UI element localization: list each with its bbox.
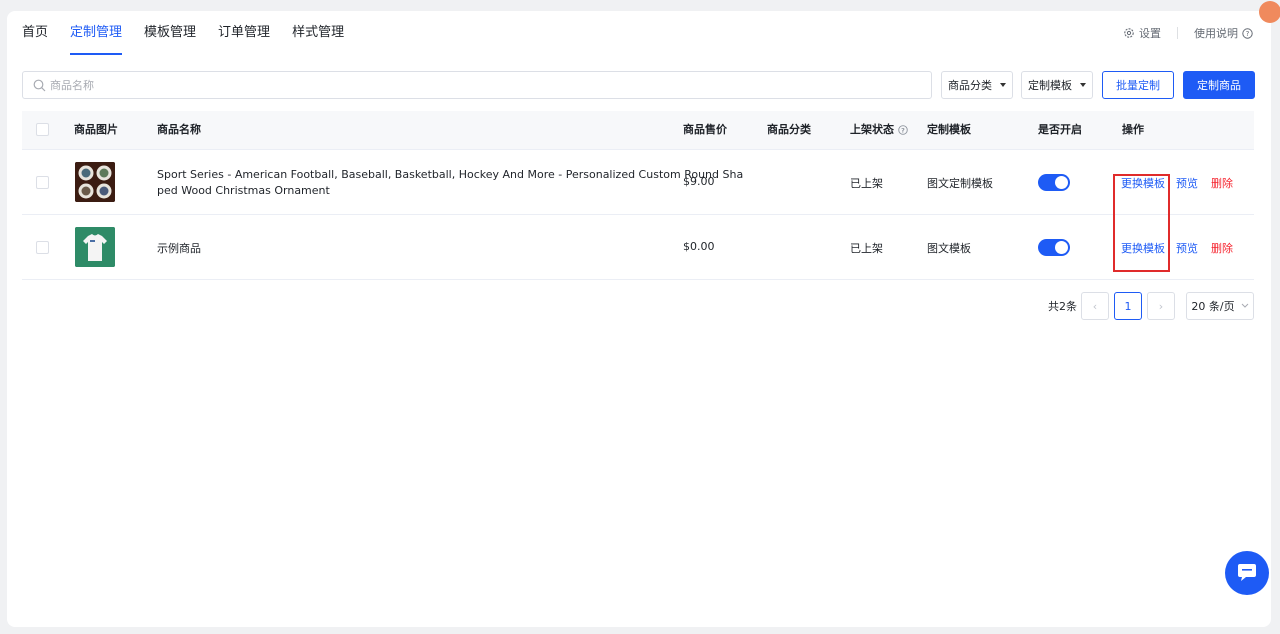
product-template: 图文模板 [927, 242, 971, 255]
chevron-right-icon: › [1158, 299, 1164, 313]
tab-template-management[interactable]: 模板管理 [144, 11, 196, 55]
toggle-knob [1055, 176, 1068, 189]
ornament-image [75, 162, 115, 202]
table-row: Sport Series - American Football, Baseba… [22, 150, 1254, 215]
product-name-line: ped Wood Christmas Ornament [157, 184, 330, 197]
next-page-button[interactable]: › [1147, 292, 1175, 320]
header-price: 商品售价 [683, 123, 727, 136]
gear-icon [1123, 27, 1135, 39]
enable-toggle[interactable] [1038, 239, 1070, 256]
template-dropdown-label: 定制模板 [1028, 79, 1072, 92]
search-placeholder: 商品名称 [50, 79, 94, 92]
help-link[interactable]: 使用说明 ? [1194, 25, 1253, 41]
enable-toggle[interactable] [1038, 174, 1070, 191]
product-name: 示例商品 [157, 242, 201, 255]
pagination-total: 共2条 [1048, 300, 1077, 313]
tshirt-image [75, 227, 115, 267]
header-status-label: 上架状态 [850, 123, 894, 136]
question-circle-icon[interactable]: ? [898, 125, 908, 135]
toggle-knob [1055, 241, 1068, 254]
chevron-left-icon: ‹ [1092, 299, 1098, 313]
header-category: 商品分类 [767, 123, 811, 136]
chat-bubble-icon [1238, 564, 1256, 581]
caret-down-icon [1000, 83, 1006, 87]
tab-home[interactable]: 首页 [22, 11, 48, 55]
row-checkbox[interactable] [36, 241, 49, 254]
settings-link[interactable]: 设置 [1123, 25, 1161, 41]
category-dropdown-label: 商品分类 [948, 79, 992, 92]
table-header: 商品图片 商品名称 商品售价 商品分类 上架状态 ? 定制模板 是否开启 操作 [22, 111, 1254, 150]
avatar-corner[interactable] [1259, 1, 1280, 23]
prev-page-button[interactable]: ‹ [1081, 292, 1109, 320]
header-template: 定制模板 [927, 123, 971, 136]
tab-custom-management[interactable]: 定制管理 [70, 11, 123, 55]
main-card: 首页 定制管理 模板管理 订单管理 样式管理 设置 使用说明 ? 商品名称 商品… [7, 1, 1280, 627]
top-nav: 首页 定制管理 模板管理 订单管理 样式管理 [22, 11, 366, 55]
custom-product-button[interactable]: 定制商品 [1183, 71, 1255, 99]
batch-custom-button[interactable]: 批量定制 [1102, 71, 1174, 99]
page-size-label: 20 条/页 [1191, 300, 1235, 313]
product-status: 已上架 [850, 242, 883, 255]
product-price: $9.00 [683, 175, 715, 188]
tab-order-management[interactable]: 订单管理 [218, 11, 270, 55]
question-circle-icon: ? [1242, 27, 1253, 39]
tab-style-management[interactable]: 样式管理 [292, 11, 344, 55]
product-name: Sport Series - American Football, Baseba… [157, 167, 744, 199]
preview-link[interactable]: 预览 [1176, 240, 1198, 256]
header-image: 商品图片 [74, 123, 118, 136]
row-checkbox[interactable] [36, 176, 49, 189]
product-thumbnail[interactable] [75, 162, 115, 202]
template-dropdown[interactable]: 定制模板 [1021, 71, 1093, 99]
delete-link[interactable]: 删除 [1211, 175, 1233, 191]
delete-link[interactable]: 删除 [1211, 240, 1233, 256]
search-icon [33, 79, 46, 92]
header-actions: 操作 [1122, 123, 1144, 136]
search-input[interactable]: 商品名称 [22, 71, 932, 99]
header-status: 上架状态 ? [850, 111, 908, 149]
chevron-down-icon [1241, 303, 1248, 308]
divider [1177, 27, 1178, 39]
page-number-button[interactable]: 1 [1114, 292, 1142, 320]
svg-text:?: ? [901, 127, 905, 134]
page-size-select[interactable]: 20 条/页 [1186, 292, 1254, 320]
preview-link[interactable]: 预览 [1176, 175, 1198, 191]
table-row: 示例商品 $0.00 已上架 图文模板 更换模板 预览 删除 [22, 215, 1254, 280]
chat-button[interactable] [1225, 551, 1269, 595]
svg-text:?: ? [1246, 30, 1250, 38]
top-links: 设置 使用说明 ? [1123, 11, 1253, 55]
highlight-box [1113, 174, 1170, 272]
header-enabled: 是否开启 [1038, 123, 1082, 136]
caret-down-icon [1080, 83, 1086, 87]
product-name-line: Sport Series - American Football, Baseba… [157, 168, 744, 181]
product-status: 已上架 [850, 177, 883, 190]
product-thumbnail[interactable] [75, 227, 115, 267]
settings-label: 设置 [1139, 27, 1161, 40]
select-all-checkbox[interactable] [36, 123, 49, 136]
product-price: $0.00 [683, 240, 715, 253]
help-label: 使用说明 [1194, 27, 1238, 40]
product-template: 图文定制模板 [927, 177, 993, 190]
category-dropdown[interactable]: 商品分类 [941, 71, 1013, 99]
header-name: 商品名称 [157, 123, 201, 136]
